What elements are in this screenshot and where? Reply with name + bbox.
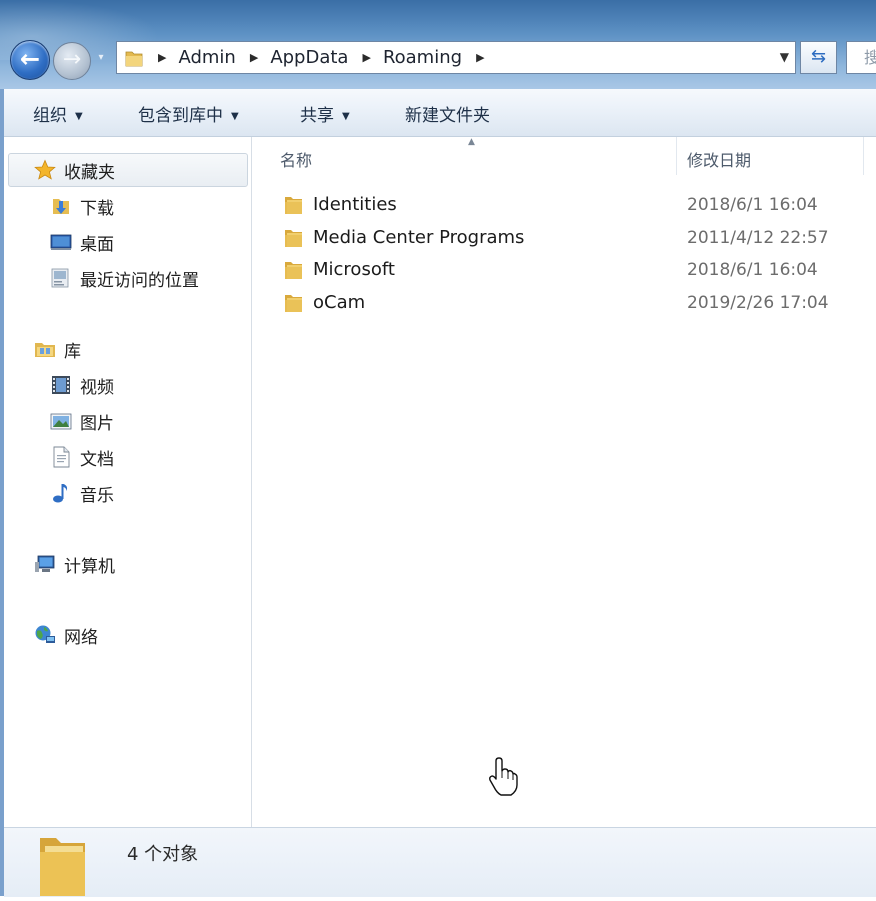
refresh-button[interactable]: ⇆ [800,41,837,74]
details-pane: 4 个对象 [4,827,876,897]
sidebar-item-recent-places[interactable]: 最近访问的位置 [50,265,199,291]
desktop-icon [50,231,72,253]
address-bar[interactable]: ▶ Admin ▶ AppData ▶ Roaming ▶ ▼ [116,41,796,74]
include-in-library-label: 包含到库中 [138,106,223,126]
file-list[interactable]: ▲ 名称 修改日期 Identities 2018/6/1 16:04 Medi… [252,137,876,827]
file-name: Microsoft [313,259,395,280]
folder-icon [124,48,144,68]
file-date: 2018/6/1 16:04 [687,260,818,280]
file-name: Media Center Programs [313,227,525,248]
download-folder-icon [50,195,72,217]
address-dropdown-icon[interactable]: ▼ [780,50,789,64]
organize-label: 组织 [33,106,67,126]
sidebar-item-network[interactable]: 网络 [34,622,98,648]
folder-icon [283,227,305,249]
sort-ascending-icon: ▲ [468,137,475,147]
folder-icon [283,194,305,216]
share-label: 共享 [300,106,334,126]
column-header-name[interactable]: 名称 [280,147,312,171]
sidebar-item-documents[interactable]: 文档 [50,444,114,470]
video-icon [50,374,72,396]
item-count-text: 4 个对象 [127,844,199,865]
file-row-ocam[interactable]: oCam 2019/2/26 17:04 [280,290,870,318]
folder-icon [283,292,305,314]
library-icon [34,338,56,360]
back-arrow-icon: ← [19,45,41,73]
include-in-library-menu[interactable]: 包含到库中 ▼ [138,101,239,126]
sidebar-item-downloads[interactable]: 下载 [50,193,114,219]
breadcrumb-separator-icon[interactable]: ▶ [362,51,370,64]
command-toolbar: 组织 ▼ 包含到库中 ▼ 共享 ▼ 新建文件夹 [0,89,876,137]
new-folder-label: 新建文件夹 [405,106,490,126]
document-icon [50,446,72,468]
folder-icon [37,834,89,896]
chevron-down-icon: ▼ [231,111,239,122]
file-row-media-center-programs[interactable]: Media Center Programs 2011/4/12 22:57 [280,225,870,253]
chevron-down-icon: ▾ [98,52,104,63]
column-header-date-modified[interactable]: 修改日期 [687,147,751,171]
file-name: oCam [313,292,366,313]
breadcrumb-separator-icon[interactable]: ▶ [250,51,258,64]
breadcrumb-separator-icon[interactable]: ▶ [158,51,166,64]
star-icon [34,159,56,181]
network-icon [34,624,56,646]
organize-menu[interactable]: 组织 ▼ [33,101,83,126]
back-button[interactable]: ← [10,40,50,80]
chevron-down-icon: ▼ [342,111,350,122]
column-divider[interactable] [863,137,864,175]
sidebar-item-videos[interactable]: 视频 [50,372,114,398]
window-titlebar: ← → ▾ ▶ Admin ▶ AppData ▶ Roaming ▶ ▼ ⇆ … [0,0,876,89]
search-input[interactable]: 搜 [846,41,876,74]
music-icon [50,482,72,504]
column-divider[interactable] [676,137,677,175]
picture-icon [50,410,72,432]
navigation-pane: 收藏夹 下载 桌面 最近访问的位置 库 视频 图片 文档 音乐 计算机 网络 [4,137,252,827]
sidebar-item-music[interactable]: 音乐 [50,480,114,506]
file-row-identities[interactable]: Identities 2018/6/1 16:04 [280,192,870,220]
hand-pointer-cursor-icon [488,756,518,796]
forward-arrow-icon: → [62,47,82,72]
recent-places-icon [50,267,72,289]
folder-icon [283,259,305,281]
file-name: Identities [313,194,397,215]
breadcrumb-admin[interactable]: Admin [178,47,235,68]
chevron-down-icon: ▼ [75,111,83,122]
forward-button[interactable]: → [53,42,91,80]
recent-pages-dropdown[interactable]: ▾ [94,50,108,66]
sidebar-item-desktop[interactable]: 桌面 [50,229,114,255]
breadcrumb-roaming[interactable]: Roaming [383,47,462,68]
computer-icon [34,553,56,575]
new-folder-button[interactable]: 新建文件夹 [405,101,490,126]
file-row-microsoft[interactable]: Microsoft 2018/6/1 16:04 [280,257,870,285]
share-menu[interactable]: 共享 ▼ [300,101,350,126]
file-date: 2019/2/26 17:04 [687,293,829,313]
sidebar-item-libraries[interactable]: 库 [34,336,81,362]
breadcrumb-appdata[interactable]: AppData [270,47,348,68]
sidebar-item-computer[interactable]: 计算机 [34,551,115,577]
refresh-icon: ⇆ [810,46,827,67]
sidebar-item-favorites-label[interactable]: 收藏夹 [34,157,115,183]
breadcrumb-separator-icon[interactable]: ▶ [476,51,484,64]
sidebar-item-pictures[interactable]: 图片 [50,408,114,434]
file-date: 2011/4/12 22:57 [687,228,829,248]
file-date: 2018/6/1 16:04 [687,195,818,215]
